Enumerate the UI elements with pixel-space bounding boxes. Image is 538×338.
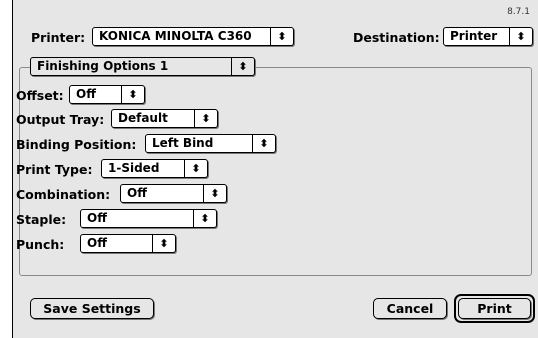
popup-arrows-icon: ⬍ <box>270 28 293 45</box>
popup-arrows-icon: ⬍ <box>509 28 532 45</box>
destination-value: Printer <box>450 29 498 43</box>
output-tray-label: Output Tray: <box>16 112 105 127</box>
binding-position-popup[interactable]: Left Bind ⬍ <box>145 134 276 153</box>
popup-arrows-icon: ⬍ <box>231 58 254 75</box>
combination-popup[interactable]: Off ⬍ <box>120 184 227 203</box>
punch-popup[interactable]: Off ⬍ <box>80 234 176 253</box>
print-button[interactable]: Print <box>458 298 531 319</box>
printer-label: Printer: <box>31 30 86 45</box>
cancel-button[interactable]: Cancel <box>373 298 447 319</box>
panel-popup[interactable]: Finishing Options 1 ⬍ <box>30 57 255 76</box>
combination-label: Combination: <box>16 187 111 202</box>
punch-label: Punch: <box>16 237 65 252</box>
combination-value: Off <box>127 186 147 200</box>
destination-popup[interactable]: Printer ⬍ <box>443 27 533 46</box>
popup-arrows-icon: ⬍ <box>193 210 216 227</box>
popup-arrows-icon: ⬍ <box>121 86 144 103</box>
output-tray-popup[interactable]: Default ⬍ <box>111 109 218 128</box>
binding-position-value: Left Bind <box>152 136 214 150</box>
popup-arrows-icon: ⬍ <box>152 235 175 252</box>
panel-value: Finishing Options 1 <box>37 59 169 73</box>
popup-arrows-icon: ⬍ <box>184 160 207 177</box>
output-tray-value: Default <box>118 111 168 125</box>
offset-value: Off <box>76 87 96 101</box>
binding-position-label: Binding Position: <box>16 137 137 152</box>
print-type-label: Print Type: <box>16 162 93 177</box>
version-label: 8.7.1 <box>507 7 530 17</box>
staple-value: Off <box>87 211 107 225</box>
destination-label: Destination: <box>353 30 440 45</box>
punch-value: Off <box>87 236 107 250</box>
popup-arrows-icon: ⬍ <box>252 135 275 152</box>
print-type-value: 1-Sided <box>108 161 160 175</box>
printer-popup[interactable]: KONICA MINOLTA C360 ⬍ <box>92 27 294 46</box>
save-settings-button[interactable]: Save Settings <box>30 298 154 319</box>
print-dialog: 8.7.1 Printer: KONICA MINOLTA C360 ⬍ Des… <box>12 0 538 338</box>
popup-arrows-icon: ⬍ <box>194 110 217 127</box>
printer-value: KONICA MINOLTA C360 <box>99 29 252 43</box>
staple-popup[interactable]: Off ⬍ <box>80 209 217 228</box>
offset-popup[interactable]: Off ⬍ <box>69 85 145 104</box>
print-type-popup[interactable]: 1-Sided ⬍ <box>101 159 208 178</box>
offset-label: Offset: <box>16 88 64 103</box>
popup-arrows-icon: ⬍ <box>203 185 226 202</box>
staple-label: Staple: <box>16 212 67 227</box>
